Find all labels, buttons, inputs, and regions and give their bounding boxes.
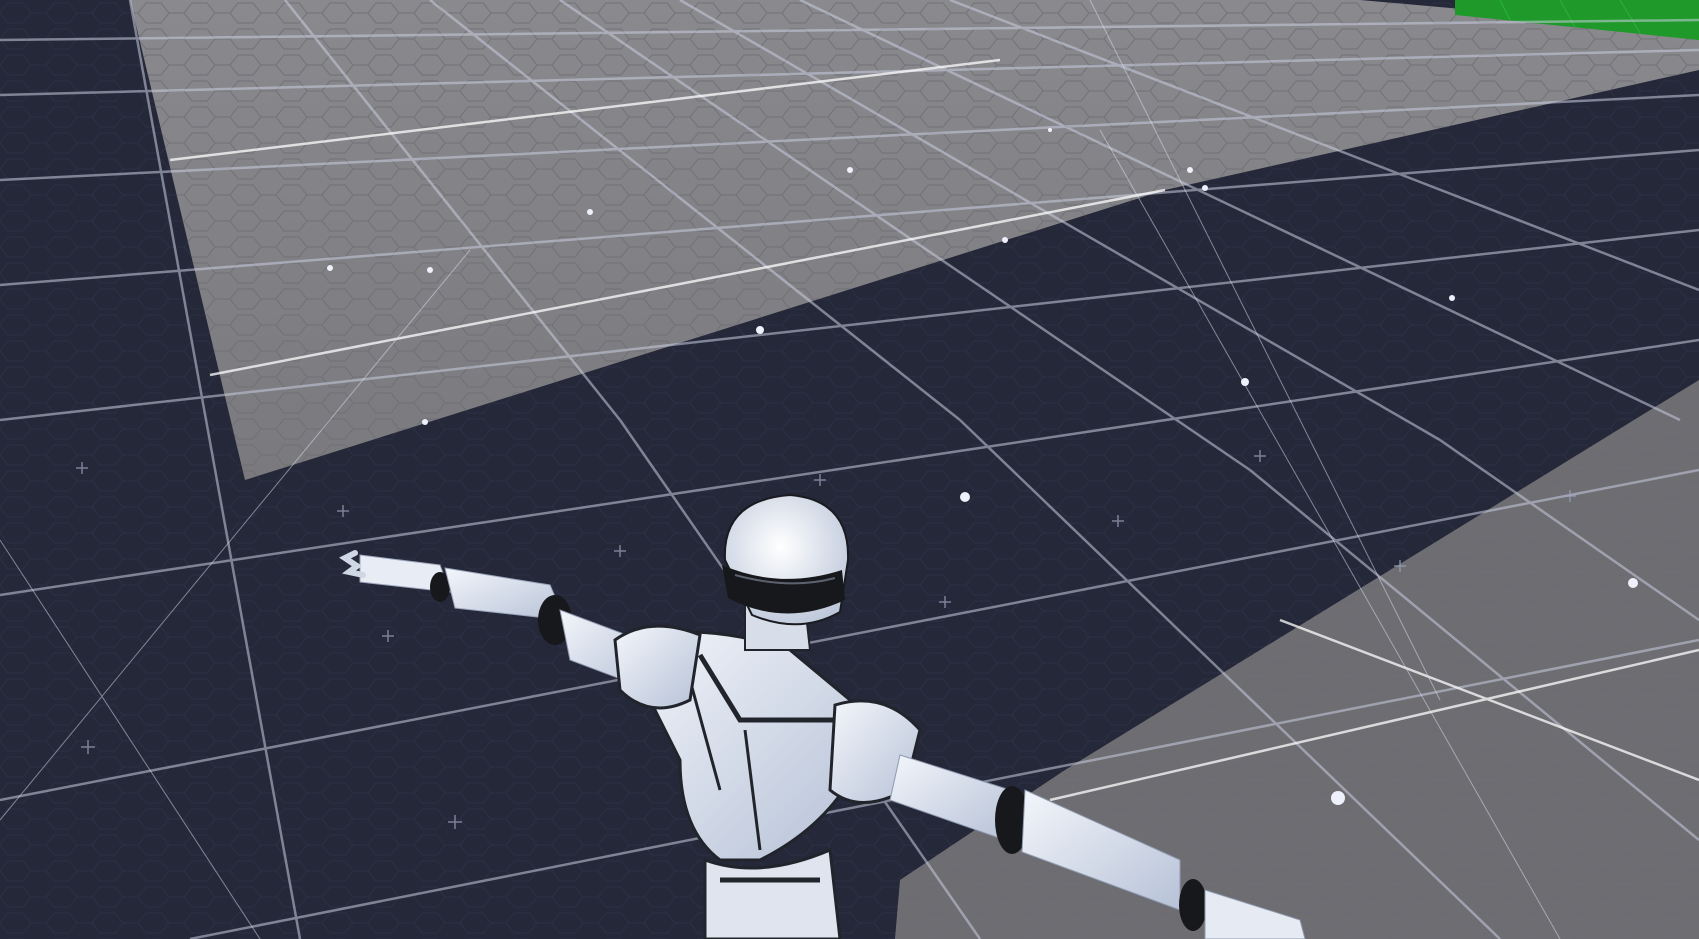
- robot-left-shoulder: [613, 624, 702, 710]
- 3d-scene[interactable]: [0, 0, 1699, 939]
- game-viewport[interactable]: [0, 0, 1699, 939]
